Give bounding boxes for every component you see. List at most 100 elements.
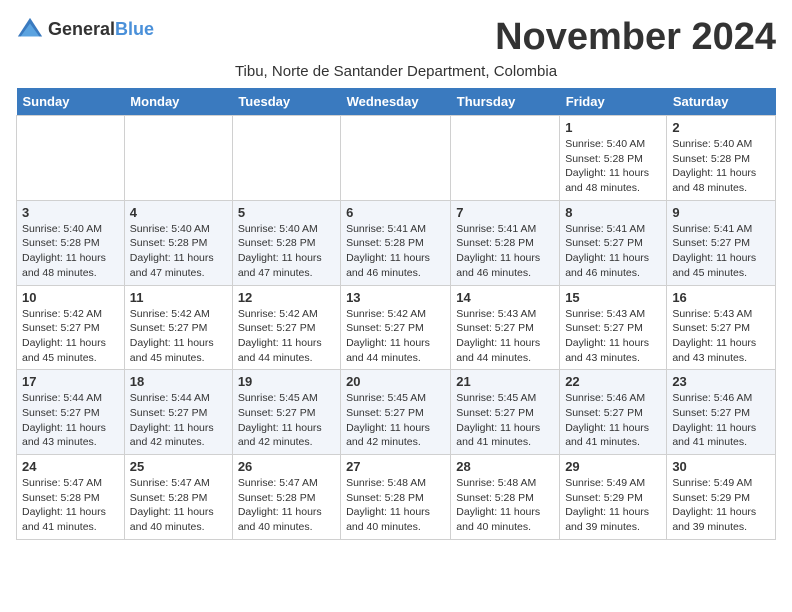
day-detail: Sunrise: 5:40 AM Sunset: 5:28 PM Dayligh… <box>672 137 770 196</box>
calendar-table: SundayMondayTuesdayWednesdayThursdayFrid… <box>16 88 776 540</box>
day-number: 25 <box>130 459 227 474</box>
calendar-week-row: 1 Sunrise: 5:40 AM Sunset: 5:28 PM Daylig… <box>17 116 776 201</box>
calendar-cell: 29Sunrise: 5:49 AM Sunset: 5:29 PM Dayli… <box>560 455 667 540</box>
calendar-cell: 18 Sunrise: 5:44 AM Sunset: 5:27 PM Dayli… <box>124 370 232 455</box>
calendar-cell: 30 Sunrise: 5:49 AM Sunset: 5:29 PM Dayli… <box>667 455 776 540</box>
day-detail: Sunrise: 5:43 AM Sunset: 5:27 PM Dayligh… <box>456 307 554 366</box>
day-number: 20 <box>346 374 445 389</box>
calendar-cell: 24 Sunrise: 5:47 AM Sunset: 5:28 PM Dayli… <box>17 455 125 540</box>
day-detail: Sunrise: 5:49 AM Sunset: 5:29 PM Dayligh… <box>565 476 661 535</box>
calendar-cell: 22Sunrise: 5:46 AM Sunset: 5:27 PM Dayli… <box>560 370 667 455</box>
calendar-cell <box>341 116 451 201</box>
calendar-cell: 25Sunrise: 5:47 AM Sunset: 5:28 PM Dayli… <box>124 455 232 540</box>
calendar-body: 1 Sunrise: 5:40 AM Sunset: 5:28 PM Daylig… <box>17 116 776 540</box>
calendar-cell <box>124 116 232 201</box>
calendar-header: SundayMondayTuesdayWednesdayThursdayFrid… <box>17 88 776 116</box>
day-number: 3 <box>22 205 119 220</box>
weekday-header: Wednesday <box>341 88 451 116</box>
weekday-header: Thursday <box>451 88 560 116</box>
calendar-week-row: 10 Sunrise: 5:42 AM Sunset: 5:27 PM Dayli… <box>17 285 776 370</box>
day-detail: Sunrise: 5:40 AM Sunset: 5:28 PM Dayligh… <box>238 222 335 281</box>
day-number: 11 <box>130 290 227 305</box>
logo-icon <box>16 16 44 44</box>
day-number: 18 <box>130 374 227 389</box>
day-detail: Sunrise: 5:48 AM Sunset: 5:28 PM Dayligh… <box>456 476 554 535</box>
calendar-cell: 6 Sunrise: 5:41 AM Sunset: 5:28 PM Daylig… <box>341 200 451 285</box>
day-detail: Sunrise: 5:40 AM Sunset: 5:28 PM Dayligh… <box>565 137 661 196</box>
day-number: 17 <box>22 374 119 389</box>
day-detail: Sunrise: 5:48 AM Sunset: 5:28 PM Dayligh… <box>346 476 445 535</box>
calendar-cell: 2 Sunrise: 5:40 AM Sunset: 5:28 PM Daylig… <box>667 116 776 201</box>
day-number: 5 <box>238 205 335 220</box>
day-detail: Sunrise: 5:45 AM Sunset: 5:27 PM Dayligh… <box>238 391 335 450</box>
calendar-cell: 17Sunrise: 5:44 AM Sunset: 5:27 PM Dayli… <box>17 370 125 455</box>
calendar-cell <box>17 116 125 201</box>
day-number: 15 <box>565 290 661 305</box>
day-detail: Sunrise: 5:40 AM Sunset: 5:28 PM Dayligh… <box>130 222 227 281</box>
weekday-header: Tuesday <box>232 88 340 116</box>
header: GeneralBlue November 2024 <box>16 16 776 59</box>
calendar-cell: 23 Sunrise: 5:46 AM Sunset: 5:27 PM Dayli… <box>667 370 776 455</box>
day-number: 13 <box>346 290 445 305</box>
day-number: 28 <box>456 459 554 474</box>
calendar-cell: 1 Sunrise: 5:40 AM Sunset: 5:28 PM Daylig… <box>560 116 667 201</box>
calendar-cell: 21Sunrise: 5:45 AM Sunset: 5:27 PM Dayli… <box>451 370 560 455</box>
day-number: 24 <box>22 459 119 474</box>
weekday-header: Monday <box>124 88 232 116</box>
calendar-cell <box>451 116 560 201</box>
calendar-cell: 13Sunrise: 5:42 AM Sunset: 5:27 PM Dayli… <box>341 285 451 370</box>
day-detail: Sunrise: 5:42 AM Sunset: 5:27 PM Dayligh… <box>22 307 119 366</box>
day-detail: Sunrise: 5:47 AM Sunset: 5:28 PM Dayligh… <box>22 476 119 535</box>
day-detail: Sunrise: 5:41 AM Sunset: 5:27 PM Dayligh… <box>565 222 661 281</box>
logo-general: GeneralBlue <box>48 20 154 40</box>
month-title: November 2024 <box>495 16 776 59</box>
calendar-cell: 7 Sunrise: 5:41 AM Sunset: 5:28 PM Daylig… <box>451 200 560 285</box>
day-number: 7 <box>456 205 554 220</box>
day-detail: Sunrise: 5:44 AM Sunset: 5:27 PM Dayligh… <box>130 391 227 450</box>
day-detail: Sunrise: 5:42 AM Sunset: 5:27 PM Dayligh… <box>238 307 335 366</box>
day-detail: Sunrise: 5:45 AM Sunset: 5:27 PM Dayligh… <box>346 391 445 450</box>
day-detail: Sunrise: 5:46 AM Sunset: 5:27 PM Dayligh… <box>672 391 770 450</box>
calendar-cell: 11Sunrise: 5:42 AM Sunset: 5:27 PM Dayli… <box>124 285 232 370</box>
calendar-cell <box>232 116 340 201</box>
day-number: 2 <box>672 120 770 135</box>
weekday-header: Sunday <box>17 88 125 116</box>
day-detail: Sunrise: 5:41 AM Sunset: 5:28 PM Dayligh… <box>456 222 554 281</box>
day-detail: Sunrise: 5:41 AM Sunset: 5:28 PM Dayligh… <box>346 222 445 281</box>
day-number: 30 <box>672 459 770 474</box>
weekday-row: SundayMondayTuesdayWednesdayThursdayFrid… <box>17 88 776 116</box>
calendar-week-row: 3 Sunrise: 5:40 AM Sunset: 5:28 PM Daylig… <box>17 200 776 285</box>
logo: GeneralBlue <box>16 16 154 44</box>
day-detail: Sunrise: 5:45 AM Sunset: 5:27 PM Dayligh… <box>456 391 554 450</box>
day-number: 4 <box>130 205 227 220</box>
day-number: 19 <box>238 374 335 389</box>
day-number: 8 <box>565 205 661 220</box>
day-number: 26 <box>238 459 335 474</box>
day-detail: Sunrise: 5:47 AM Sunset: 5:28 PM Dayligh… <box>238 476 335 535</box>
day-number: 9 <box>672 205 770 220</box>
subtitle: Tibu, Norte de Santander Department, Col… <box>16 63 776 80</box>
calendar-cell: 4 Sunrise: 5:40 AM Sunset: 5:28 PM Daylig… <box>124 200 232 285</box>
calendar-week-row: 17 Sunrise: 5:44 AM Sunset: 5:27 PM Dayli… <box>17 370 776 455</box>
day-number: 1 <box>565 120 661 135</box>
calendar-cell: 8 Sunrise: 5:41 AM Sunset: 5:27 PM Daylig… <box>560 200 667 285</box>
day-detail: Sunrise: 5:49 AM Sunset: 5:29 PM Dayligh… <box>672 476 770 535</box>
calendar-cell: 9 Sunrise: 5:41 AM Sunset: 5:27 PM Daylig… <box>667 200 776 285</box>
calendar-cell: 15 Sunrise: 5:43 AM Sunset: 5:27 PM Dayli… <box>560 285 667 370</box>
day-number: 23 <box>672 374 770 389</box>
day-number: 27 <box>346 459 445 474</box>
day-number: 6 <box>346 205 445 220</box>
calendar-cell: 12 Sunrise: 5:42 AM Sunset: 5:27 PM Dayli… <box>232 285 340 370</box>
day-detail: Sunrise: 5:41 AM Sunset: 5:27 PM Dayligh… <box>672 222 770 281</box>
calendar-cell: 20 Sunrise: 5:45 AM Sunset: 5:27 PM Dayli… <box>341 370 451 455</box>
day-detail: Sunrise: 5:43 AM Sunset: 5:27 PM Dayligh… <box>565 307 661 366</box>
day-number: 10 <box>22 290 119 305</box>
day-number: 14 <box>456 290 554 305</box>
calendar-cell: 28 Sunrise: 5:48 AM Sunset: 5:28 PM Dayli… <box>451 455 560 540</box>
calendar-cell: 27 Sunrise: 5:48 AM Sunset: 5:28 PM Dayli… <box>341 455 451 540</box>
day-detail: Sunrise: 5:40 AM Sunset: 5:28 PM Dayligh… <box>22 222 119 281</box>
calendar-cell: 5 Sunrise: 5:40 AM Sunset: 5:28 PM Daylig… <box>232 200 340 285</box>
calendar-cell: 10 Sunrise: 5:42 AM Sunset: 5:27 PM Dayli… <box>17 285 125 370</box>
calendar-cell: 3 Sunrise: 5:40 AM Sunset: 5:28 PM Daylig… <box>17 200 125 285</box>
day-number: 12 <box>238 290 335 305</box>
